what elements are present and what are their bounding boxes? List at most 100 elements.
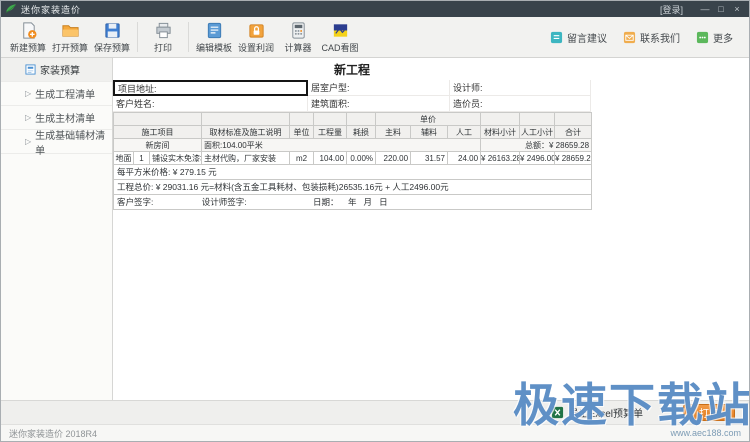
toolbar-label: 编辑模板: [195, 42, 232, 53]
customer-name-field[interactable]: 客户姓名:: [113, 96, 308, 112]
cell-main-material[interactable]: 220.00: [375, 151, 412, 165]
print-budget-button[interactable]: 打印: [683, 404, 735, 421]
edit-template-button[interactable]: 编辑模板: [193, 18, 235, 56]
more-label: 更多: [713, 33, 733, 45]
sidebar-item-label: 家装预算: [40, 66, 80, 77]
version-text: 迷你家装造价 2018R4: [9, 428, 98, 439]
table-row[interactable]: 地面 1 铺设实木免漆地板 主材代购，厂家安装 m2 104.00 0.00% …: [113, 151, 593, 165]
col-header-material-subtotal: 材料小计: [480, 125, 521, 139]
sidebar-item-home-budget[interactable]: 家装预算: [1, 58, 112, 82]
room-name[interactable]: 新房间: [113, 138, 203, 152]
col-header-spec: 取材标准及施工说明: [201, 125, 291, 139]
sidebar-item-aux-material-list[interactable]: ▷ 生成基础辅材清单: [1, 130, 112, 157]
contact-us-label: 联系我们: [640, 33, 680, 45]
chevron-right-icon: ▷: [25, 89, 32, 98]
budget-doc-icon: [25, 64, 36, 75]
new-budget-button[interactable]: 新建预算: [7, 18, 49, 56]
project-address-field[interactable]: 项目地址:: [113, 80, 308, 96]
toolbar-label: 设置利润: [237, 42, 274, 53]
bottombar: 导出Excel预算单 打印: [1, 400, 749, 424]
new-budget-icon: [22, 21, 36, 39]
calculator-button[interactable]: 计算器: [277, 18, 319, 56]
more-icon: [696, 31, 709, 43]
toolbar-label: 保存预算: [93, 42, 130, 53]
save-budget-icon: [104, 22, 120, 38]
building-area-field[interactable]: 建筑面积:: [308, 96, 450, 112]
designer-signature-label: 设计师签字:: [201, 197, 247, 207]
col-header-unit: 单位: [289, 125, 315, 139]
toolbar-divider: [188, 22, 189, 52]
per-sqm-price-row: 每平方米价格: ¥ 279.15 元: [113, 164, 593, 180]
open-budget-icon: [61, 24, 79, 37]
customer-signature-label: 客户签字:: [117, 197, 154, 207]
titlebar: 迷你家装造价 [登录] — □ ×: [1, 1, 749, 17]
cell-unit[interactable]: m2: [289, 151, 315, 165]
col-header-loss: 耗损: [346, 125, 377, 139]
feedback-label: 留言建议: [567, 33, 607, 45]
cad-view-button[interactable]: CAD看图: [319, 18, 361, 56]
toolbar-label: 打开预算: [51, 42, 88, 53]
open-budget-button[interactable]: 打开预算: [49, 18, 91, 56]
chevron-right-icon: ▷: [25, 137, 32, 146]
date-label: 日期： 年 月 日: [313, 197, 388, 207]
cell-labor[interactable]: 24.00: [447, 151, 482, 165]
chevron-right-icon: ▷: [25, 113, 32, 122]
toolbar-label: CAD看图: [321, 42, 359, 53]
contact-us-button[interactable]: 联系我们: [623, 30, 680, 45]
project-total: 工程总价: ¥ 29031.16 元=材料(含五金工具耗材、包装损耗)26535…: [113, 179, 593, 195]
per-sqm-price: 每平方米价格: ¥ 279.15 元: [113, 164, 593, 180]
unit-price-group-header: 单价: [375, 112, 482, 126]
cell-total: ¥ 28659.28: [554, 151, 593, 165]
more-button[interactable]: 更多: [696, 30, 733, 45]
project-total-row: 工程总价: ¥ 29031.16 元=材料(含五金工具耗材、包装损耗)26535…: [113, 179, 593, 195]
set-profit-button[interactable]: 设置利润: [235, 18, 277, 56]
cad-view-icon: [333, 23, 347, 37]
app-leaf-icon: [5, 4, 16, 13]
edit-template-icon: [207, 22, 221, 38]
save-budget-button[interactable]: 保存预算: [91, 18, 133, 56]
cell-loss[interactable]: 0.00%: [346, 151, 377, 165]
project-title: 新工程: [333, 63, 370, 77]
sidebar: 家装预算 ▷ 生成工程清单 ▷ 生成主材清单 ▷ 生成基础辅材清单: [1, 58, 113, 400]
room-group-row[interactable]: 新房间 面积:104.00平米 总额：¥ 28659.28: [113, 138, 593, 152]
col-header-quantity: 工程量: [313, 125, 348, 139]
app-body: 家装预算 ▷ 生成工程清单 ▷ 生成主材清单 ▷ 生成基础辅材清单 新工程 项目…: [1, 58, 749, 400]
col-header-work-item: 施工项目: [113, 125, 203, 139]
sidebar-item-project-list[interactable]: ▷ 生成工程清单: [1, 82, 112, 106]
toolbar-label: 新建预算: [9, 42, 46, 53]
export-excel-button[interactable]: 导出Excel预算单: [551, 405, 643, 420]
login-link[interactable]: [登录]: [660, 3, 683, 16]
maximize-button[interactable]: □: [713, 1, 729, 17]
sidebar-item-label: 生成主材清单: [35, 114, 96, 125]
sidebar-item-label: 生成基础辅材清单: [35, 130, 106, 157]
toolbar-divider: [137, 22, 138, 52]
sidebar-item-label: 生成工程清单: [35, 90, 96, 101]
cell-item[interactable]: 地面: [113, 151, 134, 165]
cell-quantity[interactable]: 104.00: [313, 151, 348, 165]
print-button[interactable]: 打印: [142, 18, 184, 56]
estimator-field[interactable]: 造价员:: [450, 96, 591, 112]
cell-spec[interactable]: 主材代购，厂家安装: [201, 151, 291, 165]
toolbar-label: 计算器: [284, 42, 312, 53]
cell-name[interactable]: 铺设实木免漆地板: [148, 151, 203, 165]
excel-icon: [551, 406, 563, 419]
designer-field[interactable]: 设计师:: [450, 80, 591, 96]
website-link[interactable]: www.aec188.com: [670, 428, 741, 438]
col-header-labor-subtotal: 人工小计: [519, 125, 556, 139]
cell-aux-material[interactable]: 31.57: [410, 151, 449, 165]
app-title: 迷你家装造价: [21, 4, 82, 15]
contact-icon: [623, 31, 636, 43]
budget-form: 新工程 项目地址: 居室户型: 设计师: 客户姓名: 建筑面积: 造价员: 单价…: [113, 58, 593, 210]
print-icon: [155, 22, 171, 38]
minimize-button[interactable]: —: [697, 1, 713, 17]
col-header-main-material: 主料: [375, 125, 412, 139]
feedback-button[interactable]: 留言建议: [550, 30, 607, 45]
message-icon: [550, 31, 563, 43]
statusbar: 迷你家装造价 2018R4 www.aec188.com: [1, 424, 749, 441]
project-info-fields: 项目地址: 居室户型: 设计师: 客户姓名: 建筑面积: 造价员:: [113, 80, 591, 112]
room-type-field[interactable]: 居室户型:: [308, 80, 450, 96]
cell-seq[interactable]: 1: [133, 151, 150, 165]
export-excel-label: 导出Excel预算单: [568, 409, 643, 420]
close-button[interactable]: ×: [729, 1, 745, 17]
unit-price-group-row: 单价: [113, 112, 593, 126]
